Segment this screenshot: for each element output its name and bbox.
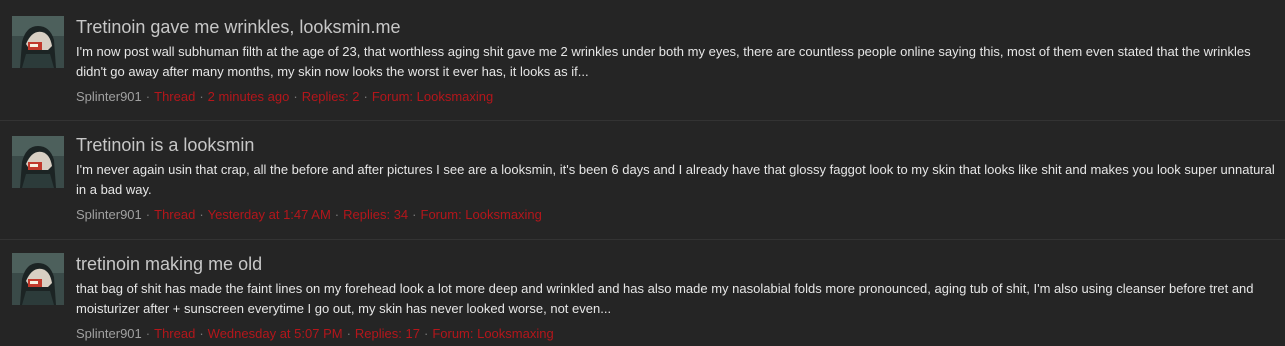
search-result-item: Tretinoin is a looksmin I'm never again … <box>0 120 1285 239</box>
content-type-label: Thread <box>154 89 196 104</box>
thread-snippet: I'm now post wall subhuman filth at the … <box>76 44 1251 79</box>
search-results-list: Tretinoin gave me wrinkles, looksmin.me … <box>0 0 1285 346</box>
post-time: Wednesday at 5:07 PM <box>207 326 343 341</box>
meta-separator: · <box>145 326 151 341</box>
avatar-image-icon <box>12 16 64 68</box>
meta-separator: · <box>293 89 298 104</box>
result-content: Tretinoin is a looksmin I'm never again … <box>76 134 1277 224</box>
thread-title-link[interactable]: tretinoin making me old <box>76 253 1277 275</box>
content-type-label: Thread <box>154 326 196 341</box>
forum-link[interactable]: Forum: Looksmaxing <box>421 207 542 222</box>
reply-count: Replies: 17 <box>354 326 420 341</box>
thread-meta: Splinter901 · Thread · Wednesday at 5:07 PM ·… <box>76 325 1277 343</box>
forum-link[interactable]: Forum: Looksmaxing <box>372 89 493 104</box>
meta-separator: · <box>346 326 351 341</box>
post-time: 2 minutes ago <box>207 89 290 104</box>
content-type-label: Thread <box>154 207 196 222</box>
meta-separator: · <box>423 326 429 341</box>
meta-separator: · <box>363 89 368 104</box>
thread-meta: Splinter901 · Thread · 2 minutes ago · Replies… <box>76 88 1277 106</box>
result-content: Tretinoin gave me wrinkles, looksmin.me … <box>76 16 1277 106</box>
author-link[interactable]: Splinter901 <box>76 207 142 222</box>
search-result-item: tretinoin making me old that bag of shit… <box>0 239 1285 346</box>
meta-separator: · <box>145 207 151 222</box>
meta-separator: · <box>199 207 204 222</box>
thread-snippet: I'm never again usin that crap, all the … <box>76 162 1275 197</box>
avatar-image-icon <box>12 136 64 188</box>
post-time: Yesterday at 1:47 AM <box>207 207 331 222</box>
reply-count: Replies: 2 <box>301 89 360 104</box>
forum-link[interactable]: Forum: Looksmaxing <box>432 326 553 341</box>
meta-separator: · <box>145 89 151 104</box>
search-result-item: Tretinoin gave me wrinkles, looksmin.me … <box>0 0 1285 120</box>
avatar-image-icon <box>12 253 64 305</box>
user-avatar[interactable] <box>12 16 64 68</box>
meta-separator: · <box>334 207 340 222</box>
meta-separator: · <box>412 207 417 222</box>
reply-count: Replies: 34 <box>343 207 409 222</box>
result-content: tretinoin making me old that bag of shit… <box>76 253 1277 343</box>
meta-separator: · <box>199 326 204 341</box>
thread-title-link[interactable]: Tretinoin is a looksmin <box>76 134 1277 156</box>
meta-separator: · <box>199 89 204 104</box>
thread-meta: Splinter901 · Thread · Yesterday at 1:47 AM ·… <box>76 206 1277 224</box>
thread-snippet: that bag of shit has made the faint line… <box>76 281 1254 316</box>
author-link[interactable]: Splinter901 <box>76 326 142 341</box>
author-link[interactable]: Splinter901 <box>76 89 142 104</box>
thread-title-link[interactable]: Tretinoin gave me wrinkles, looksmin.me <box>76 16 1277 38</box>
user-avatar[interactable] <box>12 253 64 305</box>
user-avatar[interactable] <box>12 136 64 188</box>
